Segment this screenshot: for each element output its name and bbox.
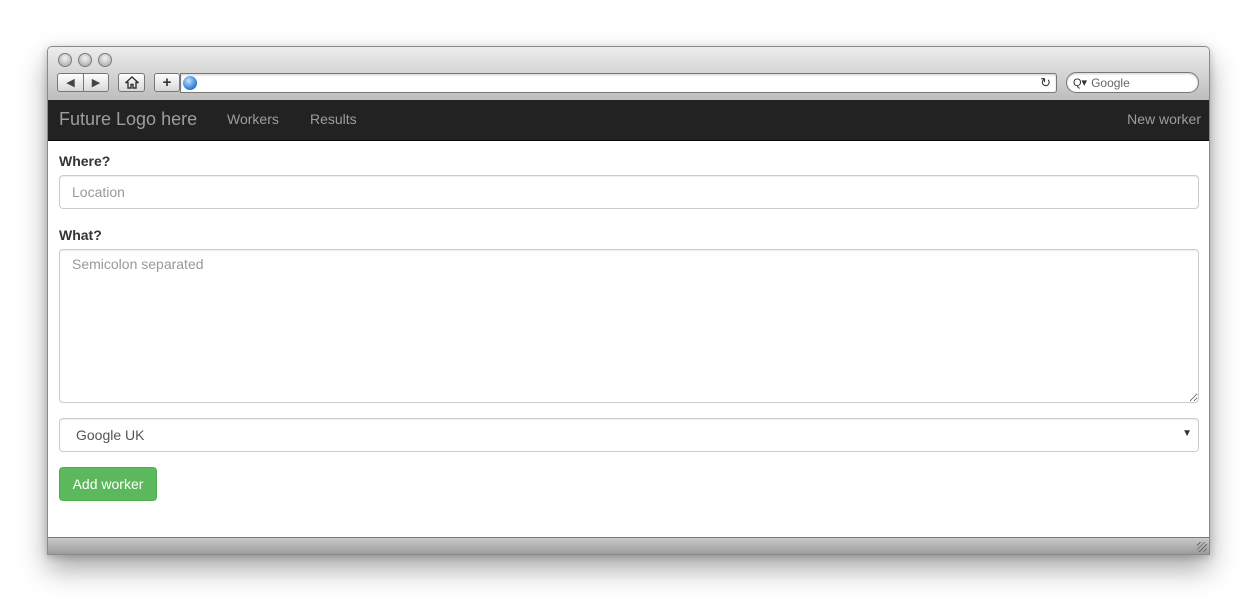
globe-icon bbox=[183, 76, 197, 90]
search-terms-textarea[interactable] bbox=[59, 249, 1199, 403]
search-placeholder: Google bbox=[1091, 75, 1130, 90]
home-icon bbox=[124, 76, 139, 89]
search-icon: Q▾ bbox=[1073, 77, 1088, 89]
what-label: What? bbox=[59, 227, 102, 243]
home-button[interactable] bbox=[118, 73, 145, 92]
search-engine-selected: Google UK bbox=[76, 427, 145, 443]
zoom-window-button[interactable] bbox=[98, 53, 112, 67]
brand-logo[interactable]: Future Logo here bbox=[59, 104, 197, 134]
minimize-window-button[interactable] bbox=[78, 53, 92, 67]
nav-link-results[interactable]: Results bbox=[310, 104, 357, 134]
caret-down-icon: ▼ bbox=[1182, 428, 1192, 439]
browser-toolbar: ◀ ▶ + ↻ Q▾ Google bbox=[48, 47, 1209, 101]
resize-grip-icon[interactable] bbox=[1197, 542, 1207, 552]
status-bar bbox=[48, 537, 1209, 554]
forward-arrow-icon: ▶ bbox=[91, 77, 101, 89]
where-label: Where? bbox=[59, 153, 111, 169]
address-bar[interactable]: ↻ bbox=[180, 73, 1057, 93]
location-input[interactable] bbox=[59, 175, 1199, 209]
search-engine-select[interactable]: Google UK ▼ bbox=[59, 418, 1199, 452]
browser-window: ◀ ▶ + ↻ Q▾ Google Future Logo here Worke… bbox=[47, 46, 1210, 555]
forward-button[interactable]: ▶ bbox=[83, 73, 109, 92]
nav-link-workers[interactable]: Workers bbox=[227, 104, 279, 134]
nav-link-new-worker[interactable]: New worker bbox=[1127, 104, 1201, 134]
back-button[interactable]: ◀ bbox=[57, 73, 84, 92]
add-worker-button[interactable]: Add worker bbox=[59, 467, 157, 501]
back-arrow-icon: ◀ bbox=[66, 77, 75, 89]
new-tab-button[interactable]: + bbox=[154, 73, 180, 92]
reload-icon[interactable]: ↻ bbox=[1040, 74, 1051, 92]
search-field[interactable]: Q▾ Google bbox=[1066, 72, 1199, 93]
close-window-button[interactable] bbox=[58, 53, 72, 67]
top-navbar: Future Logo here Workers Results New wor… bbox=[48, 100, 1209, 141]
plus-icon: + bbox=[162, 74, 172, 91]
